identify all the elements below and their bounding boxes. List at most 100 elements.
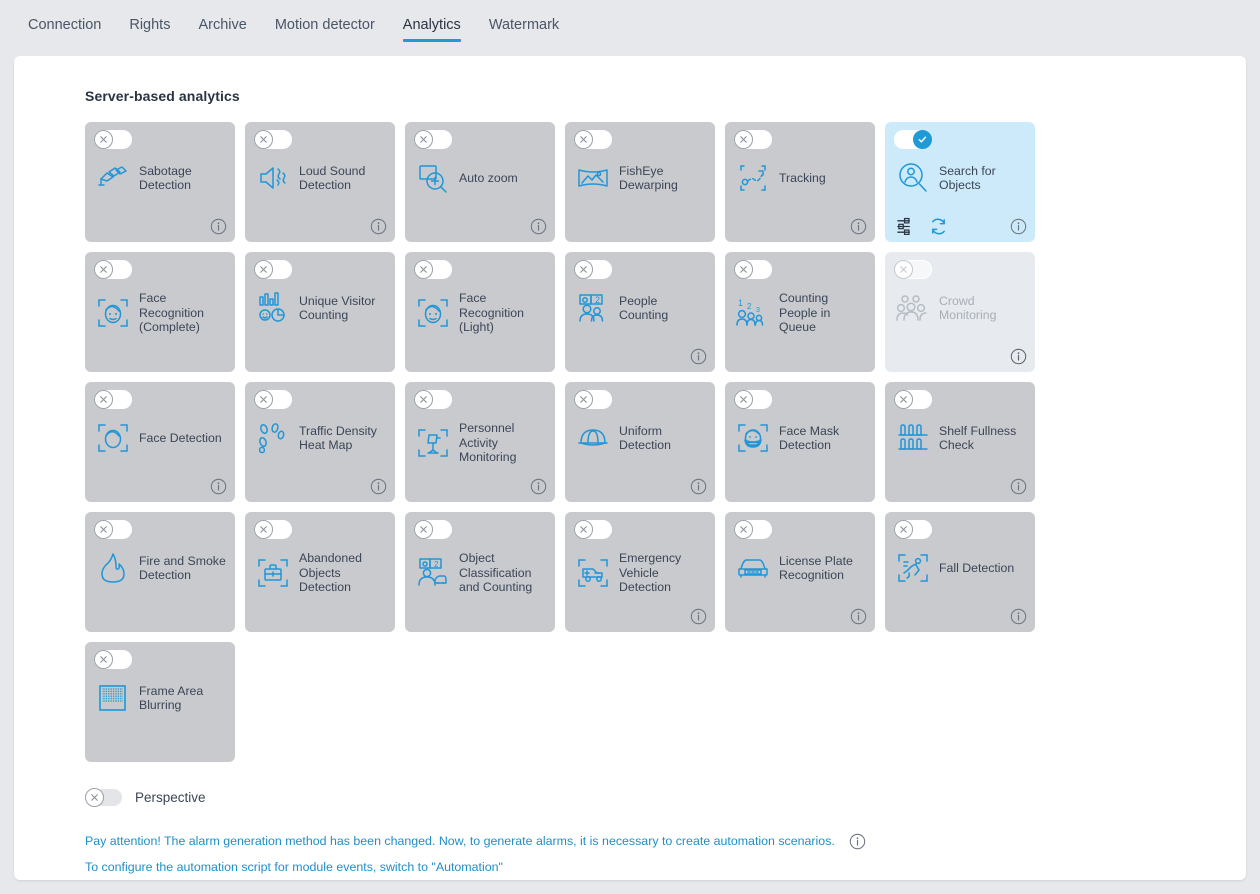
enable-toggle[interactable]	[254, 260, 292, 279]
toggle-knob-x-icon	[574, 130, 593, 149]
analytics-card-people-counting[interactable]: 2 People Counting	[565, 252, 715, 372]
enable-toggle[interactable]	[94, 520, 132, 539]
analytics-card-unique-visitor-counting[interactable]: Unique Visitor Counting	[245, 252, 395, 372]
enable-toggle[interactable]	[414, 390, 452, 409]
enable-toggle[interactable]	[254, 130, 292, 149]
counting-people-queue-icon: 1 2 3	[736, 296, 770, 330]
info-icon[interactable]	[530, 478, 547, 495]
toggle-knob-x-icon	[254, 390, 273, 409]
enable-toggle[interactable]	[574, 260, 612, 279]
enable-toggle[interactable]	[414, 130, 452, 149]
analytics-card-abandoned-objects-detection[interactable]: Abandoned Objects Detection	[245, 512, 395, 632]
uniform-detection-icon	[576, 421, 610, 455]
enable-toggle[interactable]	[734, 130, 772, 149]
analytics-card-tracking[interactable]: Tracking	[725, 122, 875, 242]
enable-toggle[interactable]	[734, 390, 772, 409]
card-body: Tracking	[734, 161, 866, 195]
info-icon[interactable]	[1010, 608, 1027, 625]
enable-toggle[interactable]	[94, 650, 132, 669]
enable-toggle[interactable]	[894, 130, 932, 149]
analytics-card-fisheye-dewarping[interactable]: FishEye Dewarping	[565, 122, 715, 242]
info-icon[interactable]	[370, 478, 387, 495]
toggle-knob-x-icon	[414, 390, 433, 409]
card-body: Uniform Detection	[574, 421, 706, 455]
card-body: Frame Area Blurring	[94, 681, 226, 715]
face-recognition-light-icon	[416, 296, 450, 330]
enable-toggle[interactable]	[734, 260, 772, 279]
analytics-card-object-classification-and-counting[interactable]: 2 Object Classification and Counting	[405, 512, 555, 632]
card-body: FishEye Dewarping	[574, 161, 706, 195]
info-icon[interactable]	[690, 348, 707, 365]
card-label: FishEye Dewarping	[619, 163, 678, 193]
analytics-card-counting-people-in-queue[interactable]: 1 2 3 Counting People in Queue	[725, 252, 875, 372]
enable-toggle[interactable]	[574, 390, 612, 409]
object-classification-icon: 2	[416, 556, 450, 590]
face-detection-icon	[96, 421, 130, 455]
enable-toggle[interactable]	[254, 520, 292, 539]
tab-watermark[interactable]: Watermark	[475, 16, 573, 44]
analytics-card-personnel-activity-monitoring[interactable]: Personnel Activity Monitoring	[405, 382, 555, 502]
enable-toggle[interactable]	[94, 130, 132, 149]
tab-archive[interactable]: Archive	[184, 16, 260, 44]
analytics-card-face-recognition-complete[interactable]: Face Recognition (Complete)	[85, 252, 235, 372]
analytics-card-uniform-detection[interactable]: Uniform Detection	[565, 382, 715, 502]
card-label: Counting People in Queue	[779, 291, 831, 334]
analytics-card-face-recognition-light[interactable]: Face Recognition (Light)	[405, 252, 555, 372]
enable-toggle[interactable]	[574, 520, 612, 539]
info-icon[interactable]	[849, 833, 866, 850]
info-icon[interactable]	[1010, 478, 1027, 495]
info-icon[interactable]	[690, 478, 707, 495]
enable-toggle[interactable]	[894, 260, 932, 279]
enable-toggle[interactable]	[414, 260, 452, 279]
analytics-card-face-mask-detection[interactable]: Face Mask Detection	[725, 382, 875, 502]
info-icon[interactable]	[530, 218, 547, 235]
enable-toggle[interactable]	[574, 130, 612, 149]
info-icon[interactable]	[1010, 348, 1027, 365]
info-icon[interactable]	[1010, 218, 1027, 235]
card-label: Personnel Activity Monitoring	[459, 421, 517, 464]
section-title: Server-based analytics	[85, 88, 240, 104]
analytics-card-emergency-vehicle-detection[interactable]: Emergency Vehicle Detection	[565, 512, 715, 632]
settings-sliders-icon[interactable]	[896, 217, 915, 236]
tab-motion-detector[interactable]: Motion detector	[261, 16, 389, 44]
svg-text:1: 1	[738, 298, 743, 308]
info-icon[interactable]	[690, 608, 707, 625]
analytics-card-search-for-objects[interactable]: Search for Objects	[885, 122, 1035, 242]
enable-toggle[interactable]	[414, 520, 452, 539]
analytics-card-license-plate-recognition[interactable]: License Plate Recognition	[725, 512, 875, 632]
enable-toggle[interactable]	[94, 390, 132, 409]
enable-toggle[interactable]	[894, 390, 932, 409]
analytics-card-fall-detection[interactable]: Fall Detection	[885, 512, 1035, 632]
toggle-knob-x-icon	[574, 260, 593, 279]
card-body: Fall Detection	[894, 551, 1026, 585]
info-icon[interactable]	[210, 478, 227, 495]
tab-rights[interactable]: Rights	[115, 16, 184, 44]
analytics-card-sabotage-detection[interactable]: Sabotage Detection	[85, 122, 235, 242]
svg-text:2: 2	[434, 560, 439, 569]
analytics-card-auto-zoom[interactable]: Auto zoom	[405, 122, 555, 242]
info-icon[interactable]	[370, 218, 387, 235]
card-body: Face Mask Detection	[734, 421, 866, 455]
analytics-card-fire-and-smoke-detection[interactable]: Fire and Smoke Detection	[85, 512, 235, 632]
info-icon[interactable]	[850, 608, 867, 625]
analytics-card-crowd-monitoring[interactable]: Crowd Monitoring	[885, 252, 1035, 372]
enable-toggle[interactable]	[894, 520, 932, 539]
analytics-card-loud-sound-detection[interactable]: Loud Sound Detection	[245, 122, 395, 242]
info-icon[interactable]	[210, 218, 227, 235]
tab-connection[interactable]: Connection	[14, 16, 115, 44]
emergency-vehicle-icon	[576, 556, 610, 590]
perspective-toggle[interactable]	[85, 788, 123, 807]
analytics-card-frame-area-blurring[interactable]: Frame Area Blurring	[85, 642, 235, 762]
toggle-knob-check-icon	[913, 130, 932, 149]
tab-bar: Connection Rights Archive Motion detector An…	[0, 0, 1260, 56]
enable-toggle[interactable]	[94, 260, 132, 279]
analytics-card-traffic-density-heat-map[interactable]: Traffic Density Heat Map	[245, 382, 395, 502]
analytics-card-shelf-fullness-check[interactable]: Shelf Fullness Check	[885, 382, 1035, 502]
refresh-icon[interactable]	[929, 217, 948, 236]
info-icon[interactable]	[850, 218, 867, 235]
enable-toggle[interactable]	[254, 390, 292, 409]
tab-analytics[interactable]: Analytics	[389, 16, 475, 44]
toggle-knob-x-icon	[894, 260, 913, 279]
enable-toggle[interactable]	[734, 520, 772, 539]
analytics-card-face-detection[interactable]: Face Detection	[85, 382, 235, 502]
